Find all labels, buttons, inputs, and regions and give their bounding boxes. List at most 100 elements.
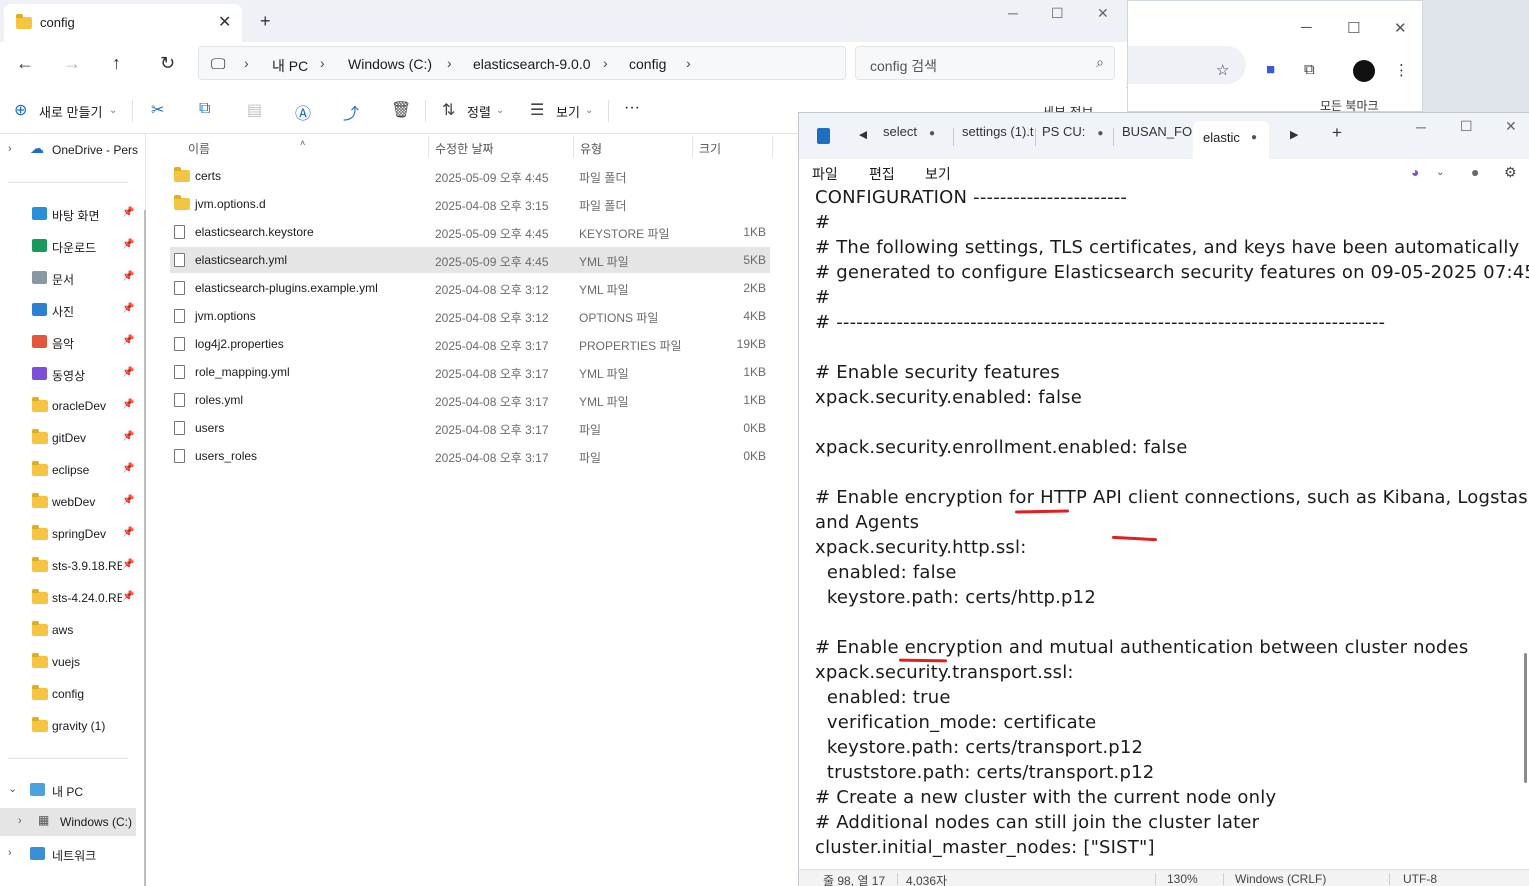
pin-icon[interactable]: 📌: [122, 271, 134, 282]
file-row[interactable]: elasticsearch.yml 2025-05-09 오후 4:45 YML 파…: [170, 247, 770, 273]
pin-icon[interactable]: 📌: [122, 335, 134, 346]
file-row[interactable]: users 2025-04-08 오후 3:17 파일 0KB: [170, 415, 770, 441]
sidebar-item[interactable]: 바탕 화면 📌: [0, 200, 140, 228]
pin-icon[interactable]: 📌: [122, 431, 134, 442]
zoom-level[interactable]: 130%: [1167, 872, 1198, 886]
column-header-name[interactable]: 이름: [188, 140, 210, 157]
copy-icon[interactable]: ⧉: [199, 100, 210, 118]
column-header-type[interactable]: 유형: [580, 140, 602, 157]
chevron-right-icon[interactable]: ›: [18, 815, 22, 827]
up-arrow-icon[interactable]: ↑: [112, 53, 121, 74]
maximize-icon[interactable]: ☐: [1051, 5, 1064, 22]
extensions-icon[interactable]: ⧉: [1304, 61, 1315, 78]
sidebar-item[interactable]: gitDev 📌: [0, 424, 140, 452]
sidebar-item[interactable]: 문서 📌: [0, 264, 140, 292]
maximize-icon[interactable]: ☐: [1347, 19, 1360, 37]
view-button[interactable]: 보기: [556, 102, 580, 121]
file-row[interactable]: certs 2025-05-09 오후 4:45 파일 폴더: [170, 163, 770, 189]
search-icon[interactable]: ⌕: [1096, 54, 1104, 71]
copilot-icon[interactable]: ◕: [1411, 164, 1419, 180]
file-row[interactable]: jvm.options 2025-04-08 오후 3:12 OPTIONS 파일 4…: [170, 303, 770, 329]
chevron-right-icon[interactable]: ›: [8, 847, 12, 859]
sidebar-item[interactable]: sts-3.9.18.RE 📌: [0, 552, 140, 580]
tab-settings[interactable]: settings (1).t: [962, 124, 1034, 150]
sort-icon[interactable]: ⇅: [442, 100, 455, 120]
extension-app-icon[interactable]: ■: [1266, 61, 1275, 78]
breadcrumb[interactable]: 🖵 › 내 PC › Windows (C:) › elasticsearch-…: [198, 46, 846, 80]
minimize-icon[interactable]: ─: [1416, 119, 1426, 135]
line-ending[interactable]: Windows (CRLF): [1235, 872, 1326, 886]
settings-gear-icon[interactable]: ⚙: [1504, 164, 1517, 181]
more-menu-icon[interactable]: ⋮: [1394, 61, 1409, 79]
column-divider[interactable]: [573, 136, 574, 158]
sidebar-item[interactable]: springDev 📌: [0, 520, 140, 548]
forward-arrow-icon[interactable]: →: [63, 53, 81, 74]
menu-view[interactable]: 보기: [925, 164, 951, 184]
new-tab-icon[interactable]: +: [260, 11, 271, 32]
sort-button[interactable]: 정렬: [467, 102, 491, 121]
sidebar-item[interactable]: config: [0, 680, 140, 708]
column-divider[interactable]: [428, 136, 429, 158]
sidebar-item[interactable]: 동영상 📌: [0, 360, 140, 388]
scroll-right-icon[interactable]: ▶: [1290, 128, 1298, 154]
account-icon[interactable]: ●: [1471, 164, 1479, 180]
minimize-icon[interactable]: ─: [1301, 19, 1312, 36]
chevron-down-icon[interactable]: ⌄: [1436, 167, 1444, 178]
more-options-icon[interactable]: ···: [624, 99, 640, 117]
new-tab-icon[interactable]: +: [1332, 123, 1342, 149]
back-arrow-icon[interactable]: ←: [16, 53, 34, 74]
file-row[interactable]: role_mapping.yml 2025-04-08 오후 3:17 YML 파일…: [170, 359, 770, 385]
column-header-modified[interactable]: 수정한 날짜: [435, 140, 494, 157]
pin-icon[interactable]: 📌: [122, 239, 134, 250]
sidebar-item[interactable]: oracleDev 📌: [0, 392, 140, 420]
paste-icon[interactable]: ▤: [247, 100, 262, 120]
tab-select[interactable]: select ●: [883, 124, 949, 150]
menu-file[interactable]: 파일: [812, 164, 838, 184]
cut-icon[interactable]: ✂: [151, 100, 164, 120]
rename-icon[interactable]: Ⓐ: [295, 100, 311, 124]
tab-ps[interactable]: PS CU: ●: [1042, 124, 1108, 150]
sidebar-item-this-pc[interactable]: ⌄ 내 PC: [0, 776, 140, 804]
file-row[interactable]: elasticsearch.keystore 2025-05-09 오후 4:45…: [170, 219, 770, 245]
text-editor[interactable]: CONFIGURATION ----------------------- # # …: [799, 187, 1529, 863]
sidebar-item[interactable]: webDev 📌: [0, 488, 140, 516]
minimize-icon[interactable]: ─: [1008, 5, 1018, 21]
close-icon[interactable]: ✕: [1394, 19, 1407, 37]
file-row[interactable]: roles.yml 2025-04-08 오후 3:17 YML 파일 1KB: [170, 387, 770, 413]
breadcrumb-elasticsearch[interactable]: elasticsearch-9.0.0: [473, 56, 591, 72]
view-icon[interactable]: ☰: [530, 100, 544, 120]
pin-icon[interactable]: 📌: [122, 367, 134, 378]
pin-icon[interactable]: 📌: [122, 399, 134, 410]
sidebar-item[interactable]: gravity (1): [0, 712, 140, 740]
tab-elastic[interactable]: elastic ●: [1193, 121, 1269, 159]
sidebar-item-windows-c[interactable]: › ▦ Windows (C:): [0, 808, 136, 836]
file-row[interactable]: jvm.options.d 2025-04-08 오후 3:15 파일 폴더: [170, 191, 770, 217]
pin-icon[interactable]: 📌: [122, 303, 134, 314]
menu-edit[interactable]: 편집: [869, 164, 895, 184]
search-input[interactable]: config 검색 ⌕: [855, 46, 1115, 80]
pin-icon[interactable]: 📌: [122, 559, 134, 570]
sidebar-item[interactable]: aws: [0, 616, 140, 644]
sidebar-item-network[interactable]: › 네트워크: [0, 840, 140, 868]
sidebar-item[interactable]: eclipse 📌: [0, 456, 140, 484]
column-divider[interactable]: [772, 136, 773, 158]
file-row[interactable]: users_roles 2025-04-08 오후 3:17 파일 0KB: [170, 443, 770, 469]
refresh-icon[interactable]: ↻: [160, 53, 175, 74]
maximize-icon[interactable]: ☐: [1460, 118, 1473, 135]
column-divider[interactable]: [692, 136, 693, 158]
chevron-down-icon[interactable]: ⌄: [8, 782, 17, 795]
sidebar-item[interactable]: 사진 📌: [0, 296, 140, 324]
editor-scrollbar[interactable]: [1524, 653, 1527, 783]
pin-icon[interactable]: 📌: [122, 463, 134, 474]
delete-icon[interactable]: 🗑: [391, 100, 411, 120]
chevron-right-icon[interactable]: ›: [8, 143, 12, 155]
close-window-icon[interactable]: ✕: [1097, 5, 1109, 22]
breadcrumb-config[interactable]: config: [629, 56, 666, 72]
breadcrumb-drive[interactable]: Windows (C:): [348, 56, 432, 72]
file-row[interactable]: log4j2.properties 2025-04-08 오후 3:17 PROPE…: [170, 331, 770, 357]
new-plus-icon[interactable]: ⊕: [14, 100, 27, 120]
sidebar-item[interactable]: 다운로드 📌: [0, 232, 140, 260]
pin-icon[interactable]: 📌: [122, 527, 134, 538]
share-icon[interactable]: ⤴: [343, 100, 359, 124]
sidebar-item-onedrive[interactable]: › ☁ OneDrive - Pers: [0, 136, 140, 164]
